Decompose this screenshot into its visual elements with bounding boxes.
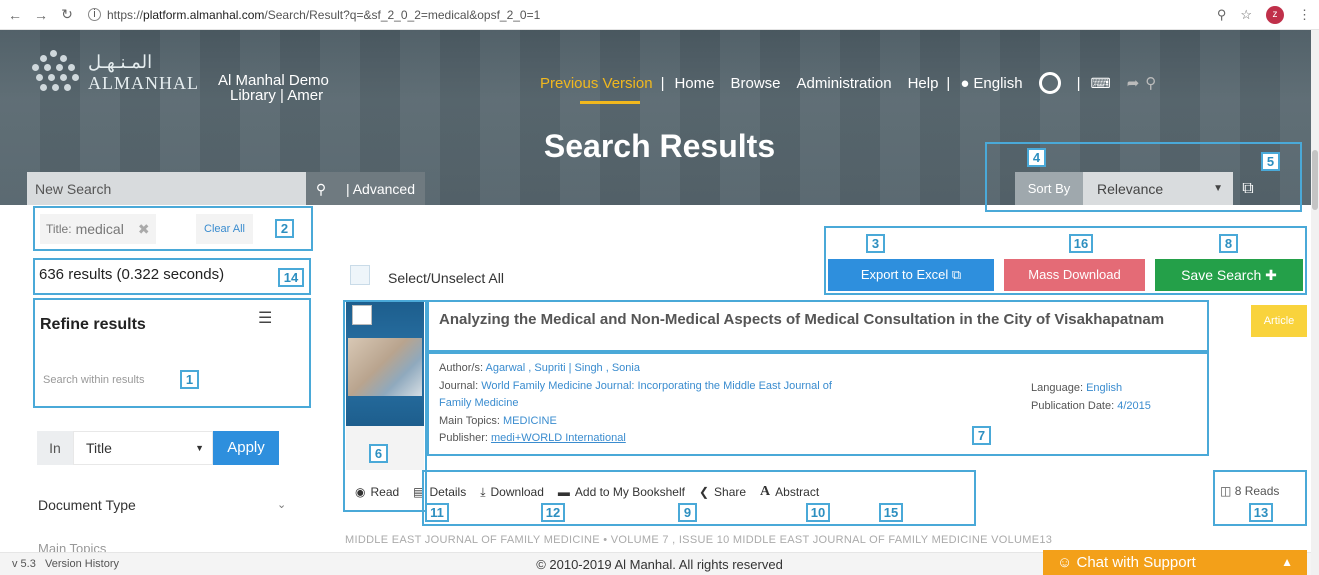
- globe-icon: ●: [960, 74, 970, 92]
- annotation-label-11: 11: [425, 503, 449, 522]
- chevron-up-icon: ▲: [1281, 555, 1293, 569]
- annotation-label-2: 2: [275, 219, 294, 238]
- annotation-label-12: 12: [541, 503, 565, 522]
- user-icon[interactable]: [1038, 72, 1061, 94]
- annotation-label-7: 7: [972, 426, 991, 445]
- zoom-icon[interactable]: ⚲: [1217, 7, 1227, 23]
- search-in-row: In Title ▼ Apply: [37, 431, 279, 465]
- nav-language[interactable]: English: [973, 75, 1022, 92]
- new-search-bar: New Search ⚲ | Advanced: [27, 172, 425, 205]
- annotation-label-15: 15: [879, 503, 903, 522]
- annotation-box-7: [427, 352, 1209, 456]
- select-all-checkbox[interactable]: [350, 265, 370, 285]
- in-field-select[interactable]: Title ▼: [73, 431, 213, 465]
- read-action[interactable]: ◉ Read: [355, 484, 399, 500]
- annotation-box-title: [427, 300, 1209, 352]
- caret-down-icon: ▼: [195, 443, 204, 453]
- reload-icon[interactable]: ↻: [56, 6, 78, 23]
- search-submit-icon[interactable]: ⚲: [306, 181, 336, 198]
- annotation-label-16: 16: [1069, 234, 1093, 253]
- top-navigation: Previous Version | Home Browse Administr…: [540, 72, 1172, 104]
- annotation-label-8: 8: [1219, 234, 1238, 253]
- article-badge: Article: [1251, 305, 1307, 337]
- library-name: Al Manhal Demo Library | Amer: [218, 72, 329, 104]
- scrollbar-thumb[interactable]: [1312, 150, 1318, 210]
- search-icon[interactable]: ⚲: [1145, 74, 1156, 92]
- logo-arabic: المـنـهـل: [88, 52, 153, 72]
- nav-previous-version[interactable]: Previous Version: [540, 75, 653, 104]
- facet-document-type[interactable]: Document Type: [38, 497, 136, 513]
- nav-browse[interactable]: Browse: [730, 75, 780, 92]
- annotation-box-1: [33, 298, 311, 408]
- annotation-label-6: 6: [369, 444, 388, 463]
- star-icon[interactable]: ☆: [1240, 7, 1252, 23]
- address-bar[interactable]: i https://platform.almanhal.com/Search/R…: [88, 8, 540, 22]
- annotation-label-14: 14: [278, 268, 304, 287]
- forward-icon[interactable]: →: [30, 7, 52, 23]
- annotation-label-1: 1: [180, 370, 199, 389]
- browser-toolbar: ← → ↻ i https://platform.almanhal.com/Se…: [0, 0, 1319, 30]
- journal-strip: MIDDLE EAST JOURNAL OF FAMILY MEDICINE •…: [345, 534, 1053, 546]
- annotation-box-2: [33, 206, 313, 251]
- nav-help[interactable]: Help: [908, 75, 939, 92]
- nav-home[interactable]: Home: [674, 75, 714, 92]
- chat-support-button[interactable]: ☺ Chat with Support ▲: [1043, 550, 1307, 575]
- new-search-input[interactable]: New Search: [27, 172, 306, 205]
- annotation-label-5: 5: [1261, 152, 1280, 171]
- eye-icon: ◉: [355, 485, 366, 499]
- keyboard-icon[interactable]: ⌨: [1091, 75, 1111, 92]
- user-icon: ☺: [1057, 554, 1073, 571]
- info-icon: i: [88, 8, 101, 21]
- annotation-box-6: [343, 300, 427, 512]
- annotation-label-9: 9: [678, 503, 697, 522]
- menu-icon[interactable]: ⋮: [1298, 7, 1311, 23]
- page-scrollbar[interactable]: [1311, 30, 1319, 575]
- nav-administration[interactable]: Administration: [797, 75, 892, 92]
- redirect-icon[interactable]: ➦: [1127, 74, 1140, 92]
- logo-english: ALMANHAL: [88, 73, 199, 93]
- annotation-label-4: 4: [1027, 148, 1046, 167]
- back-icon[interactable]: ←: [4, 7, 26, 23]
- annotation-label-10: 10: [806, 503, 830, 522]
- apply-button[interactable]: Apply: [213, 431, 279, 465]
- almanhal-logo[interactable]: المـنـهـل ALMANHAL: [30, 50, 199, 96]
- advanced-search-link[interactable]: | Advanced: [336, 181, 425, 197]
- annotation-box-14: [33, 258, 311, 295]
- annotation-label-3: 3: [866, 234, 885, 253]
- in-label: In: [37, 431, 73, 465]
- chevron-down-icon[interactable]: ⌄: [277, 498, 286, 511]
- profile-avatar[interactable]: z: [1266, 6, 1284, 24]
- logo-dots-icon: [30, 50, 80, 96]
- select-all-label[interactable]: Select/Unselect All: [388, 270, 504, 286]
- annotation-label-13: 13: [1249, 503, 1273, 522]
